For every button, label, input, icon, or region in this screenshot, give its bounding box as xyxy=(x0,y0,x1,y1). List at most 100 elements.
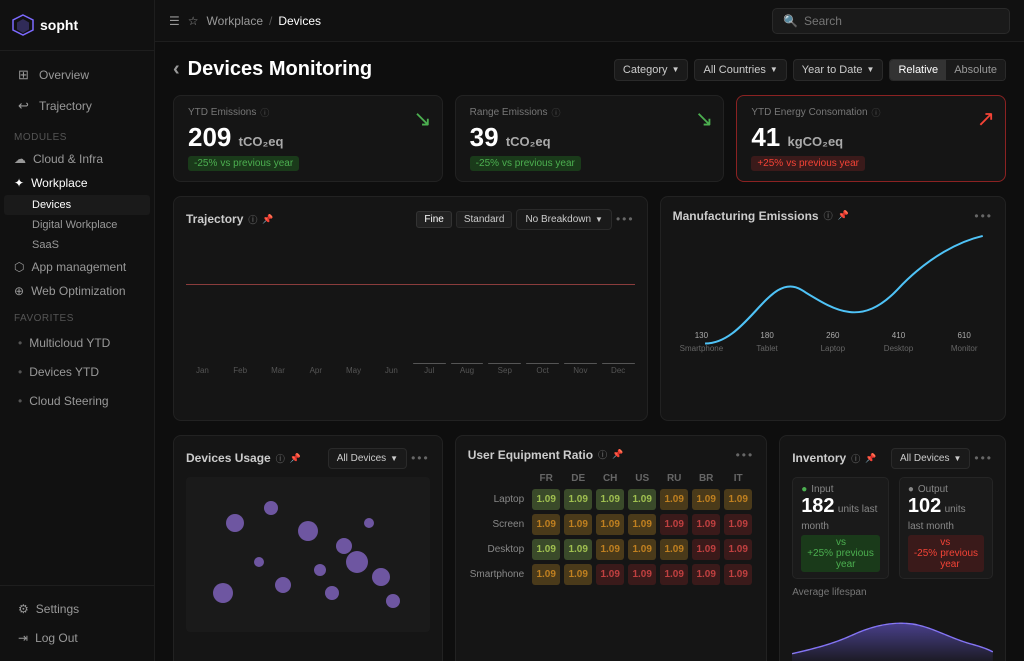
sidebar-toggle-icon[interactable]: ☰ xyxy=(169,14,180,28)
settings-icon: ⚙ xyxy=(18,602,29,616)
scatter-dot-3 xyxy=(314,564,326,576)
mfg-val-label: 130 xyxy=(695,331,708,340)
ratio-row-label: Screen xyxy=(468,512,530,537)
relative-toggle[interactable]: Relative xyxy=(890,60,946,80)
ratio-cell: 1.09 xyxy=(690,512,722,537)
workplace-icon: ✦ xyxy=(14,176,24,190)
cloud-icon: ☁ xyxy=(14,152,26,166)
bar-label: Sep xyxy=(498,366,512,375)
inventory-input-value: 182 units last month xyxy=(801,495,880,532)
sidebar-navigation: ⊞ Overview ↩ Trajectory Modules ☁ Cloud … xyxy=(0,51,154,585)
ratio-cell: 1.09 xyxy=(722,562,754,587)
ue-title: User Equipment Ratio ⓘ 📌 xyxy=(468,448,624,462)
countries-filter[interactable]: All Countries ▼ xyxy=(694,59,786,81)
category-dropdown-arrow: ▼ xyxy=(672,65,680,74)
inventory-output-value: 102 units last month xyxy=(908,495,984,532)
absolute-toggle[interactable]: Absolute xyxy=(946,60,1005,80)
metric-range-emissions: Range Emissions ⓘ 39 tCO₂eq -25% vs prev… xyxy=(455,95,725,182)
sidebar-item-workplace[interactable]: ✦ Workplace xyxy=(0,171,154,195)
scatter-dot-5 xyxy=(346,551,368,573)
app-icon: ⬡ xyxy=(14,260,24,274)
mfg-bar-Tablet: 180Tablet xyxy=(738,331,796,353)
ratio-cell: 1.09 xyxy=(658,487,690,512)
info-icon-range: ⓘ xyxy=(551,106,560,119)
breakdown-arrow: ▼ xyxy=(595,215,603,224)
ratio-row-label: Desktop xyxy=(468,537,530,562)
period-dropdown-arrow: ▼ xyxy=(867,65,875,74)
sidebar-item-multicloud-ytd[interactable]: • Multicloud YTD xyxy=(4,329,150,357)
sidebar-item-devices[interactable]: Devices xyxy=(4,195,150,215)
header-filters: Category ▼ All Countries ▼ Year to Date … xyxy=(614,59,1006,81)
mfg-val-label: 180 xyxy=(760,331,773,340)
sidebar-item-cloud-infra[interactable]: ☁ Cloud & Infra xyxy=(0,147,154,171)
info-icon-energy: ⓘ xyxy=(872,106,881,119)
sidebar-item-trajectory[interactable]: ↩ Trajectory xyxy=(4,91,150,121)
metric-range-emissions-label: Range Emissions ⓘ xyxy=(470,106,710,119)
metric-energy-trend: ↗ xyxy=(977,106,995,132)
modules-label: Modules xyxy=(0,122,154,147)
logo-text: sopht xyxy=(40,17,78,33)
dot-icon-multicloud: • xyxy=(18,336,22,350)
star-icon[interactable]: ☆ xyxy=(188,14,199,28)
scatter-dot-9 xyxy=(372,568,390,586)
du-more-icon[interactable]: ••• xyxy=(411,451,430,465)
sidebar-item-overview-label: Overview xyxy=(39,68,89,82)
scatter-dot-8 xyxy=(325,586,339,600)
trajectory-bar-chart: JanFebMarAprMayJunJulAugSepOctNovDec xyxy=(186,238,635,393)
ue-more-icon[interactable]: ••• xyxy=(736,448,755,462)
fine-btn[interactable]: Fine xyxy=(416,211,451,228)
sidebar-item-digital-workplace[interactable]: Digital Workplace xyxy=(0,215,154,235)
scatter-dot-12 xyxy=(386,594,400,608)
mfg-bar-label: Laptop xyxy=(821,344,845,353)
trajectory-chart-title: Trajectory ⓘ 📌 xyxy=(186,212,274,226)
trajectory-more-icon[interactable]: ••• xyxy=(616,212,635,226)
sidebar-item-web-optimization[interactable]: ⊕ Web Optimization xyxy=(0,279,154,303)
back-arrow-icon[interactable]: ‹ xyxy=(173,58,180,81)
bottom-row: Devices Usage ⓘ 📌 All Devices ▼ ••• xyxy=(173,435,1006,661)
bar-segment xyxy=(451,363,484,364)
category-filter[interactable]: Category ▼ xyxy=(614,59,689,81)
search-input[interactable] xyxy=(804,14,999,28)
sidebar-item-logout[interactable]: ⇥ Log Out xyxy=(4,624,150,652)
breadcrumb-workplace[interactable]: Workplace xyxy=(207,14,263,28)
scatter-dot-2 xyxy=(298,521,318,541)
trend-up-icon: ↗ xyxy=(977,106,995,131)
mfg-more-icon[interactable]: ••• xyxy=(974,209,993,223)
overview-icon: ⊞ xyxy=(18,67,32,83)
period-filter[interactable]: Year to Date ▼ xyxy=(793,59,884,81)
sidebar-item-cloud-steering[interactable]: • Cloud Steering xyxy=(4,387,150,415)
metrics-row: YTD Emissions ⓘ 209 tCO₂eq -25% vs previ… xyxy=(173,95,1006,182)
du-info-icon: ⓘ xyxy=(276,452,285,465)
ratio-col-DE: DE xyxy=(562,470,594,487)
metric-ytd-energy-unit: kgCO₂eq xyxy=(788,134,844,149)
devices-usage-header: Devices Usage ⓘ 📌 All Devices ▼ ••• xyxy=(186,448,430,469)
search-bar[interactable]: 🔍 xyxy=(772,8,1010,34)
scatter-dot-10 xyxy=(213,583,233,603)
metric-ytd-energy-label: YTD Energy Consomation ⓘ xyxy=(751,106,991,119)
mfg-bar-label: Desktop xyxy=(884,344,913,353)
standard-btn[interactable]: Standard xyxy=(456,211,513,228)
bar-label: Jul xyxy=(424,366,434,375)
ue-pin-icon: 📌 xyxy=(612,449,623,460)
inv-pin-icon: 📌 xyxy=(865,453,876,464)
sidebar-item-overview[interactable]: ⊞ Overview xyxy=(4,60,150,90)
inv-more-icon[interactable]: ••• xyxy=(974,451,993,465)
ratio-cell: 1.09 xyxy=(626,512,658,537)
ue-header: User Equipment Ratio ⓘ 📌 ••• xyxy=(468,448,754,462)
breakdown-dropdown[interactable]: No Breakdown ▼ xyxy=(516,209,612,230)
sidebar-item-saas[interactable]: SaaS xyxy=(0,235,154,255)
sidebar-item-devices-ytd[interactable]: • Devices YTD xyxy=(4,358,150,386)
category-filter-label: Category xyxy=(623,64,668,76)
inventory-dropdown[interactable]: All Devices ▼ xyxy=(891,448,970,469)
trajectory-bar-Dec: Dec xyxy=(602,363,635,375)
sidebar-item-settings[interactable]: ⚙ Settings xyxy=(4,595,150,623)
inventory-input-label: ● Input xyxy=(801,484,880,495)
web-icon: ⊕ xyxy=(14,284,24,298)
user-equipment-card: User Equipment Ratio ⓘ 📌 ••• FRDECHUSRUB… xyxy=(455,435,767,661)
scatter-dot-11 xyxy=(364,518,374,528)
devices-dropdown[interactable]: All Devices ▼ xyxy=(328,448,407,469)
bar-segment xyxy=(526,363,559,364)
sidebar-item-app-management[interactable]: ⬡ App management xyxy=(0,255,154,279)
bar-segment xyxy=(413,363,446,364)
mfg-val-label: 260 xyxy=(826,331,839,340)
